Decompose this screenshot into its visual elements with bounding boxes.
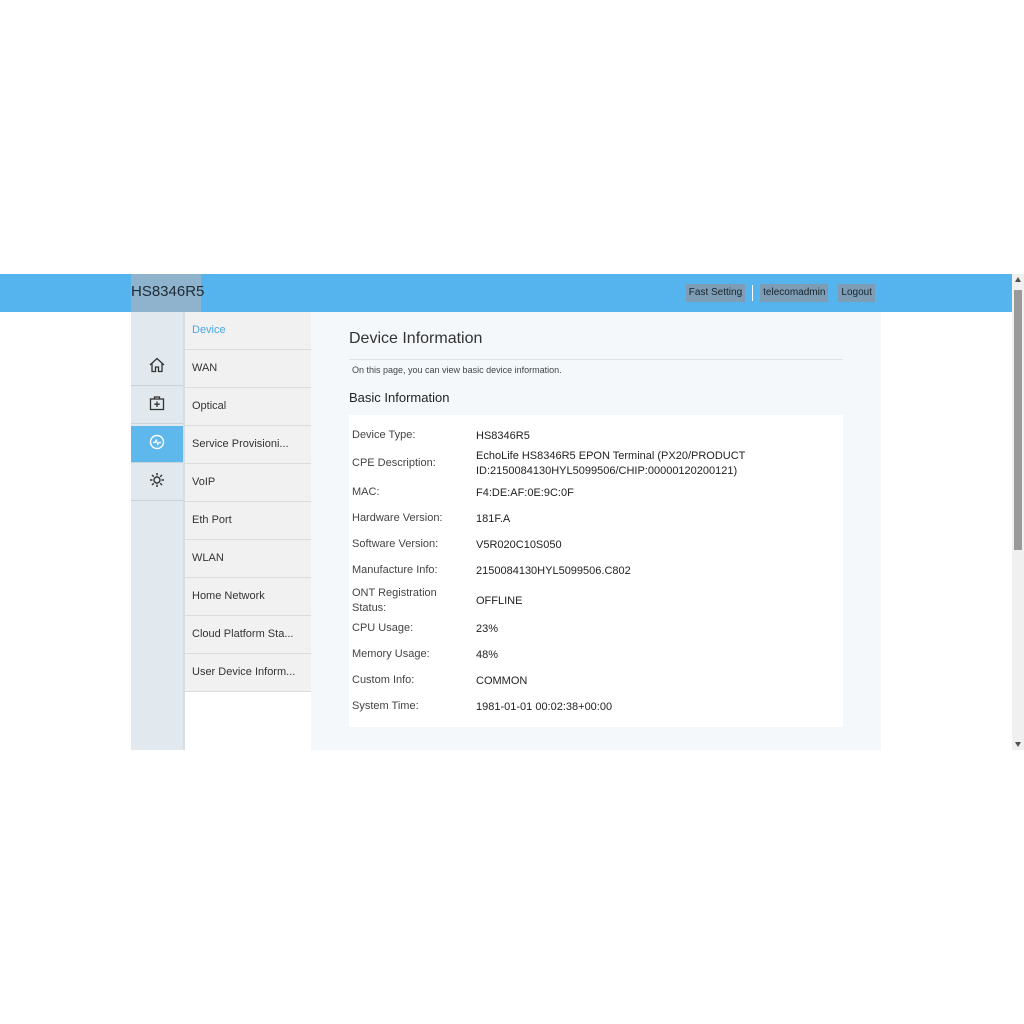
info-label: System Time: [352, 700, 419, 712]
scroll-down-icon[interactable] [1015, 742, 1021, 747]
info-value: 181F.A [476, 513, 511, 525]
header-divider [752, 285, 754, 301]
submenu-item-home-network[interactable]: Home Network [185, 578, 313, 616]
info-value: 48% [476, 649, 499, 661]
icon-rail [131, 312, 191, 750]
info-label: Hardware Version: [352, 512, 443, 524]
sub-navigation: Device WAN Optical Service Provisioni...… [183, 312, 313, 750]
status-circle-icon [148, 433, 166, 456]
info-row: Manufacture Info: 2150084130HYL5099506.C… [352, 564, 776, 579]
info-label: MAC: [352, 486, 380, 498]
briefcase-plus-icon [148, 394, 166, 417]
brand-logo: HS8346R5 [131, 274, 204, 312]
top-header: HS8346R5 Fast Setting telecomadmin Logou… [0, 274, 1012, 312]
page-description: On this page, you can view basic device … [352, 365, 562, 375]
info-row: Hardware Version: 181F.A [352, 512, 776, 527]
info-row: System Time: 1981-01-01 00:02:38+00:00 [352, 700, 776, 715]
info-row: Custom Info: COMMON [352, 674, 776, 689]
info-value: 23% [476, 623, 499, 635]
user-account-button[interactable]: telecomadmin [760, 284, 829, 302]
rail-item-apps[interactable] [131, 387, 183, 424]
scroll-up-icon[interactable] [1015, 277, 1021, 282]
info-value: 2150084130HYL5099506.C802 [476, 565, 631, 577]
info-label: ONT Registration Status: [352, 587, 437, 614]
info-label: Software Version: [352, 538, 439, 550]
info-label: CPE Description: [352, 457, 436, 469]
submenu-item-optical[interactable]: Optical [185, 388, 313, 426]
info-row: MAC: F4:DE:AF:0E:9C:0F [352, 486, 776, 501]
logout-button[interactable]: Logout [838, 284, 875, 302]
info-value: 1981-01-01 00:02:38+00:00 [476, 701, 613, 713]
rail-item-status[interactable] [131, 426, 191, 463]
submenu-item-wlan[interactable]: WLAN [185, 540, 313, 578]
info-value: COMMON [476, 675, 528, 687]
rail-item-home[interactable] [131, 349, 183, 386]
submenu-item-user-device[interactable]: User Device Inform... [185, 654, 313, 692]
info-label: CPU Usage: [352, 622, 414, 634]
main-content: Device Information On this page, you can… [311, 312, 881, 750]
info-label: Custom Info: [352, 674, 415, 686]
gear-icon [148, 471, 166, 494]
info-row: Memory Usage: 48% [352, 648, 776, 663]
info-label: Manufacture Info: [352, 564, 438, 576]
home-icon [148, 356, 166, 379]
info-value: OFFLINE [476, 595, 523, 607]
info-row: CPU Usage: 23% [352, 622, 776, 637]
submenu-item-eth-port[interactable]: Eth Port [185, 502, 313, 540]
basic-info-table: Device Type: HS8346R5 CPE Description: E… [349, 415, 843, 727]
submenu-item-cloud-platform[interactable]: Cloud Platform Sta... [185, 616, 313, 654]
info-value: F4:DE:AF:0E:9C:0F [476, 487, 574, 499]
submenu-item-service-provisioning[interactable]: Service Provisioni... [185, 426, 313, 464]
info-row: Software Version: V5R020C10S050 [352, 538, 776, 553]
info-label: Memory Usage: [352, 648, 430, 660]
header-actions: Fast Setting telecomadmin Logout [685, 284, 875, 302]
info-value: V5R020C10S050 [476, 539, 562, 551]
scroll-thumb[interactable] [1014, 290, 1022, 550]
info-label: Device Type: [352, 429, 416, 441]
fast-setting-button[interactable]: Fast Setting [685, 284, 746, 302]
info-value: HS8346R5 [476, 430, 530, 442]
browser-frame: HS8346R5 Fast Setting telecomadmin Logou… [0, 274, 1024, 750]
section-title: Basic Information [349, 390, 450, 405]
info-row: CPE Description: EchoLife HS8346R5 EPON … [352, 449, 776, 479]
info-row: ONT Registration Status: OFFLINE [352, 586, 776, 616]
title-divider [349, 359, 843, 360]
rail-item-settings[interactable] [131, 464, 183, 501]
info-row: Device Type: HS8346R5 [352, 429, 776, 444]
submenu-item-voip[interactable]: VoIP [185, 464, 313, 502]
submenu-item-wan[interactable]: WAN [185, 350, 313, 388]
page-title: Device Information [349, 330, 483, 347]
submenu-item-device[interactable]: Device [185, 312, 313, 350]
vertical-scrollbar[interactable] [1012, 274, 1024, 750]
info-value: EchoLife HS8346R5 EPON Terminal (PX20/PR… [476, 450, 746, 477]
